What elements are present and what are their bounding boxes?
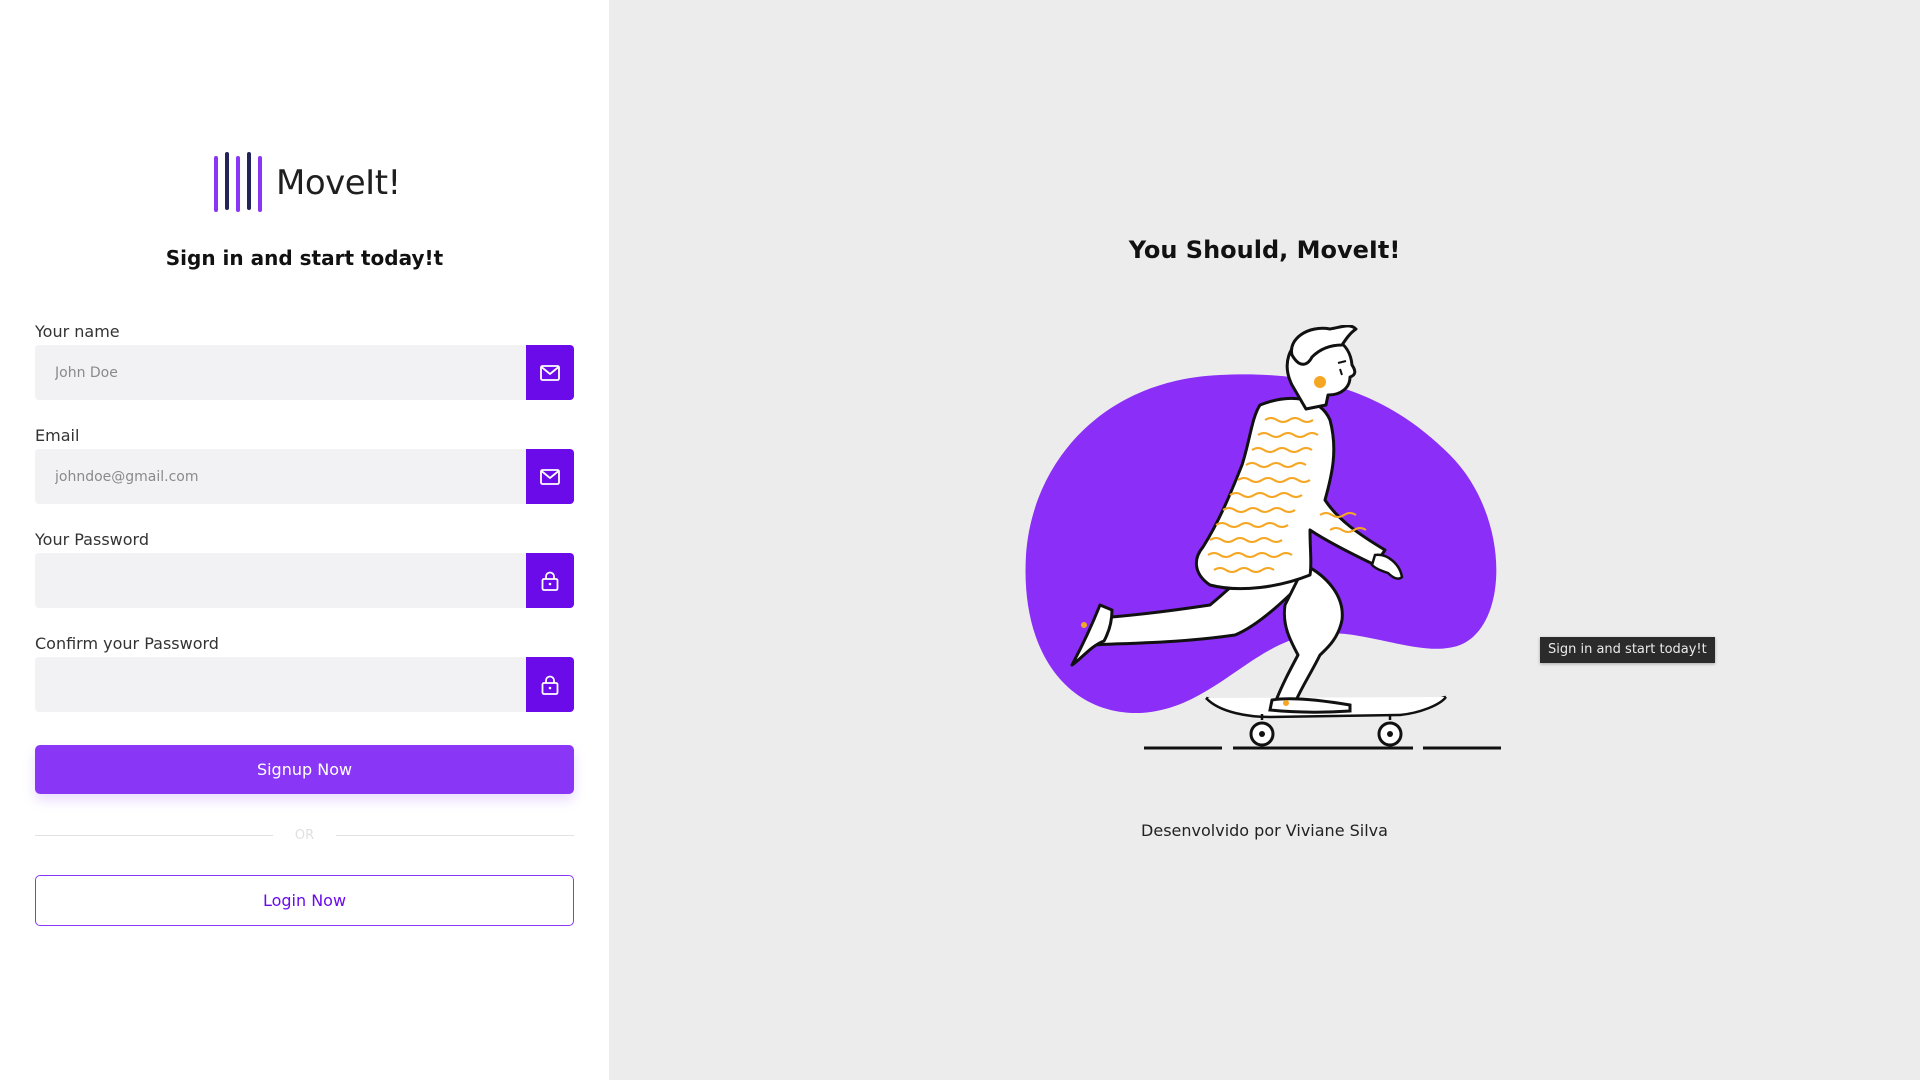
email-label: Email [35,426,80,445]
email-field: Email [35,426,574,504]
lock-icon [541,571,559,591]
login-button[interactable]: Login Now [35,875,574,926]
developer-credit: Desenvolvido por Viviane Silva [1141,821,1388,840]
divider-line-right [336,834,575,836]
divider-line-left [35,834,273,836]
confirm-password-label: Confirm your Password [35,634,219,653]
confirm-password-lock-button[interactable] [526,657,574,712]
tooltip: Sign in and start today!t [1540,637,1715,663]
password-label: Your Password [35,530,149,549]
name-field: Your name [35,322,574,400]
password-input[interactable] [35,553,526,608]
password-lock-button[interactable] [526,553,574,608]
lock-icon [541,675,559,695]
divider-text: OR [294,827,315,843]
name-input-row [35,345,574,400]
app-logo: MoveIt! [212,152,401,214]
email-mail-button[interactable] [526,449,574,504]
form-title: Sign in and start today!t [165,246,444,270]
email-input[interactable] [35,449,526,504]
logo-text: MoveIt! [276,163,401,203]
logo-bars-icon [214,152,262,212]
email-input-row [35,449,574,504]
name-input[interactable] [35,345,526,400]
mail-icon [540,364,560,381]
or-divider: OR [35,825,575,845]
confirm-password-input-row [35,657,574,712]
name-label: Your name [35,322,120,341]
confirm-password-field: Confirm your Password [35,634,574,712]
mail-icon [540,468,560,485]
password-field: Your Password [35,530,574,608]
name-mail-button[interactable] [526,345,574,400]
signup-button[interactable]: Signup Now [35,745,574,794]
skateboarder-illustration [1025,325,1501,750]
signup-panel: MoveIt! Sign in and start today!t Your n… [0,0,609,1080]
confirm-password-input[interactable] [35,657,526,712]
password-input-row [35,553,574,608]
hero-title: You Should, MoveIt! [1128,236,1401,264]
